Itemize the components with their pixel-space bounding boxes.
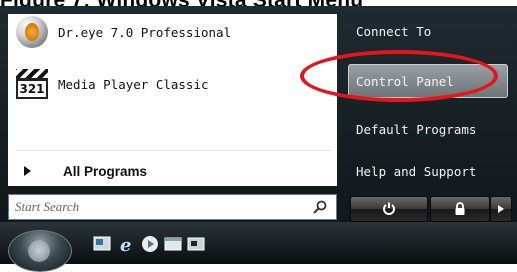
power-icon — [383, 202, 395, 215]
lock-button[interactable] — [430, 196, 490, 222]
link-label: Connect To — [356, 23, 432, 39]
dr-eye-app-icon — [16, 16, 48, 48]
clapperboard-stripes — [16, 69, 48, 78]
right-links-panel: Connect To Control Panel Default Program… — [340, 12, 517, 222]
connect-to-link[interactable]: Connect To — [348, 14, 508, 48]
program-item-dr-eye[interactable]: Dr.eye 7.0 Professional — [16, 14, 231, 50]
program-label: Dr.eye 7.0 Professional — [58, 24, 232, 40]
media-player-icon[interactable] — [140, 234, 160, 254]
windows-orb-icon[interactable] — [8, 230, 72, 272]
switch-windows-icon[interactable] — [163, 234, 183, 254]
triangle-right-icon — [24, 166, 31, 176]
help-and-support-link[interactable]: Help and Support — [348, 154, 508, 188]
icon-number: 321 — [18, 81, 46, 97]
programs-panel: Dr.eye 7.0 Professional 321 Media Player… — [8, 14, 337, 186]
lock-icon — [455, 202, 465, 215]
svg-text:e: e — [120, 235, 131, 254]
control-panel-link[interactable]: Control Panel — [348, 64, 508, 98]
power-button[interactable] — [350, 196, 428, 222]
all-programs-button[interactable]: All Programs — [24, 160, 334, 182]
start-search-input[interactable] — [9, 195, 305, 219]
program-label: Media Player Classic — [58, 76, 209, 92]
divider — [16, 150, 331, 151]
program-item-media-player-classic[interactable]: 321 Media Player Classic — [16, 66, 209, 102]
media-player-classic-icon: 321 — [16, 69, 48, 99]
all-programs-label: All Programs — [63, 163, 148, 179]
internet-explorer-icon[interactable]: e — [117, 234, 137, 254]
search-icon[interactable] — [312, 199, 328, 215]
show-desktop-icon[interactable] — [92, 234, 112, 254]
link-label: Help and Support — [356, 163, 477, 179]
arrow-right-icon — [498, 205, 504, 213]
power-buttons — [350, 196, 512, 222]
link-label: Control Panel — [356, 73, 454, 89]
search-box — [8, 194, 337, 220]
desktop-icon[interactable] — [186, 234, 206, 254]
more-options-button[interactable] — [490, 196, 512, 222]
default-programs-link[interactable]: Default Programs — [348, 112, 508, 146]
taskbar — [0, 222, 517, 264]
link-label: Default Programs — [356, 121, 477, 137]
